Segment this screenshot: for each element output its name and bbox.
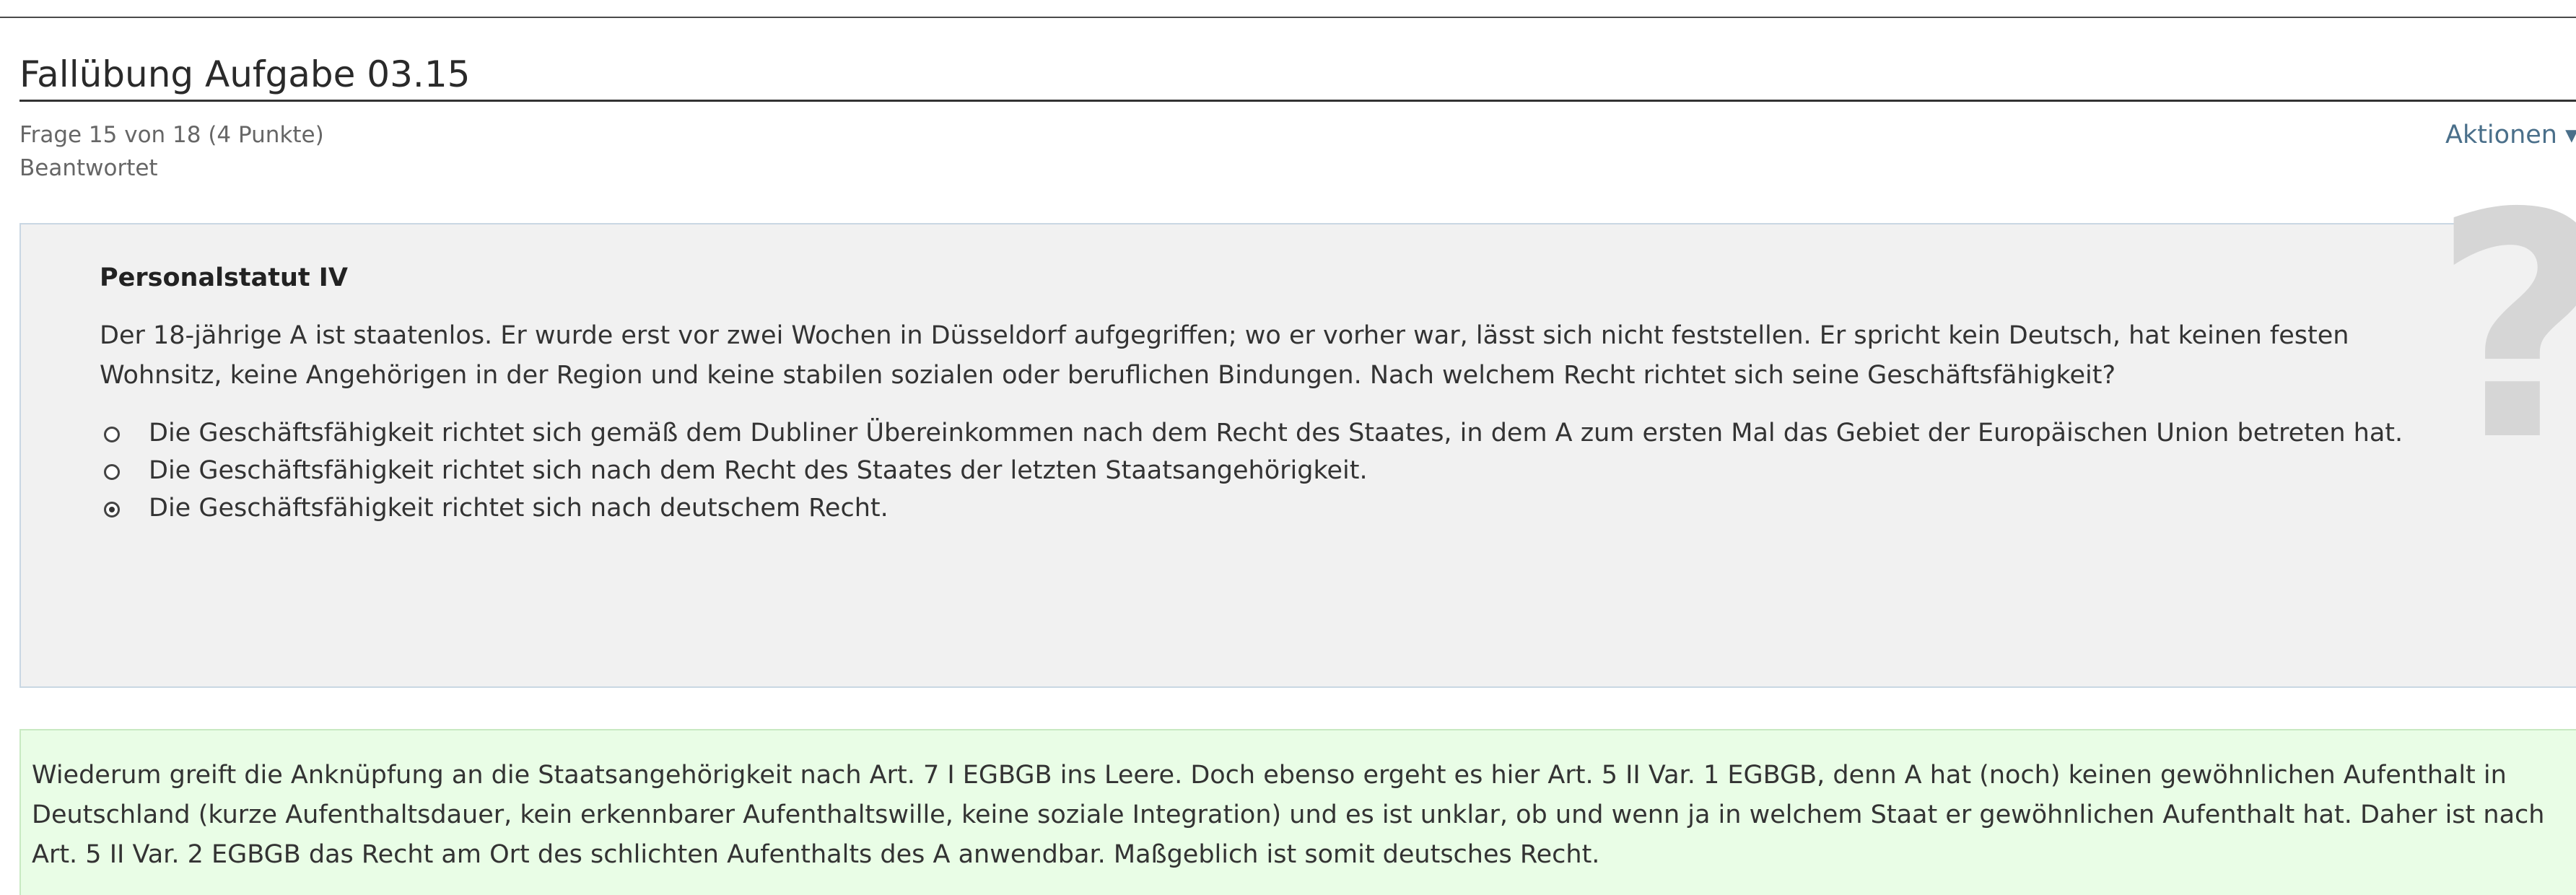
question-status: Beantwortet <box>19 155 158 181</box>
radio-button[interactable] <box>104 464 120 480</box>
radio-button-selected[interactable] <box>104 502 120 518</box>
radio-button[interactable] <box>104 427 120 442</box>
feedback-text: Wiederum greift die Anknüpfung an die St… <box>32 761 2545 869</box>
answer-options: Die Geschäftsfähigkeit richtet sich gemä… <box>100 414 2424 527</box>
chevron-down-icon: ▾ <box>2565 121 2576 149</box>
page-title: Fallübung Aufgabe 03.15 <box>19 53 471 95</box>
answer-option-label: Die Geschäftsfähigkeit richtet sich nach… <box>149 456 1368 485</box>
title-divider <box>19 100 2576 102</box>
answer-option-label: Die Geschäftsfähigkeit richtet sich nach… <box>149 494 888 523</box>
question-text: Der 18-jährige A ist staatenlos. Er wurd… <box>100 321 2349 390</box>
actions-label: Aktionen <box>2445 121 2557 149</box>
actions-menu-button[interactable]: Aktionen ▾ <box>2445 121 2576 149</box>
answer-option-1[interactable]: Die Geschäftsfähigkeit richtet sich gemä… <box>100 414 2424 452</box>
answer-option-label: Die Geschäftsfähigkeit richtet sich gemä… <box>149 419 2403 448</box>
top-divider <box>0 17 2576 18</box>
question-mark-icon: ? <box>2432 173 2576 484</box>
answer-option-3[interactable]: Die Geschäftsfähigkeit richtet sich nach… <box>100 489 2424 527</box>
question-title: Personalstatut IV <box>100 263 348 292</box>
answer-option-2[interactable]: Die Geschäftsfähigkeit richtet sich nach… <box>100 452 2424 489</box>
question-info: Frage 15 von 18 (4 Punkte) Beantwortet <box>19 118 324 185</box>
question-number: Frage 15 von 18 (4 Punkte) <box>19 122 324 148</box>
